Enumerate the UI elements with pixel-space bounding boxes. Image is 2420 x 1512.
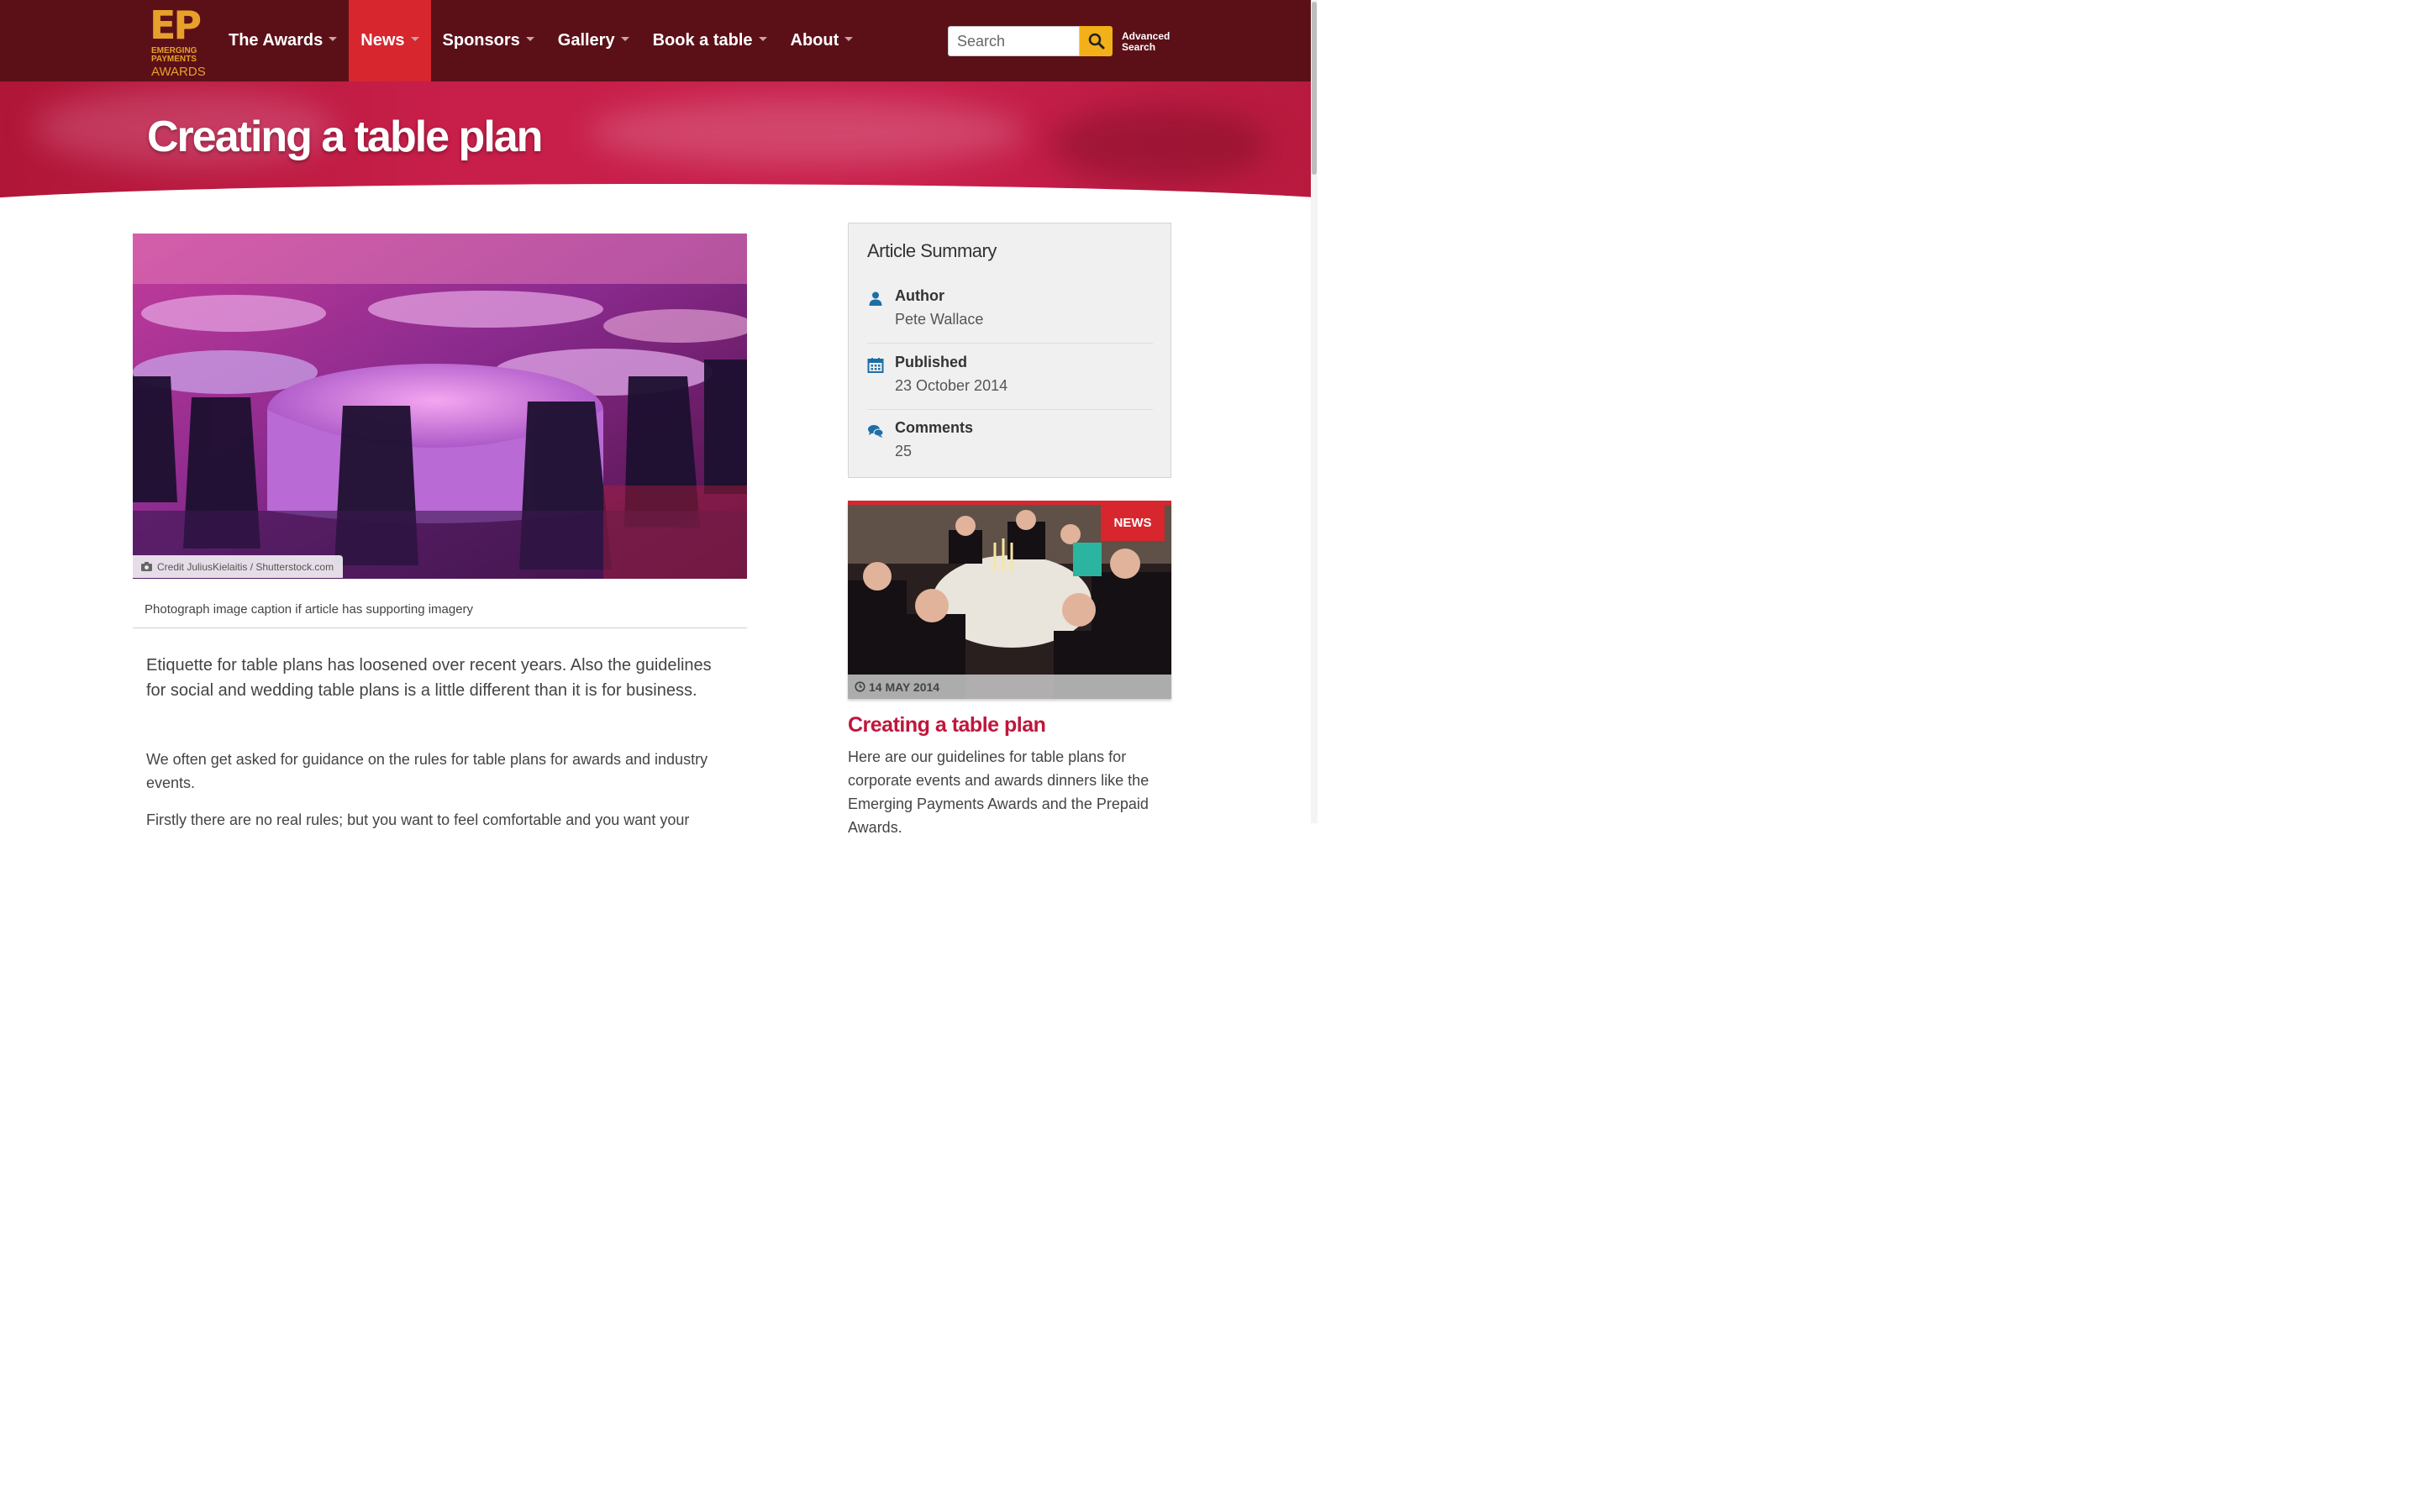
chevron-down-icon xyxy=(844,37,854,41)
nav-item-label: About xyxy=(790,31,839,50)
page-title: Creating a table plan xyxy=(147,113,543,161)
nav-item-label: The Awards xyxy=(229,31,324,50)
article-paragraph: We often get asked for guidance on the r… xyxy=(146,751,708,791)
nav-item-label: Book a table xyxy=(652,31,753,50)
nav-item-news[interactable]: News xyxy=(349,0,431,81)
related-date: 14 MAY 2014 xyxy=(848,675,1171,699)
article-image xyxy=(133,234,747,579)
nav-item-the-awards[interactable]: The Awards xyxy=(217,0,349,81)
published-value: 23 October 2014 xyxy=(895,377,1008,394)
author-value[interactable]: Pete Wallace xyxy=(895,311,983,328)
comments-value[interactable]: 25 xyxy=(895,443,912,460)
logo-line-2: PAYMENTS xyxy=(151,55,197,64)
nav-item-book-a-table[interactable]: Book a table xyxy=(641,0,779,81)
nav-item-label: Gallery xyxy=(557,31,615,50)
chevron-down-icon xyxy=(410,37,419,41)
site-logo[interactable]: EP EMERGING PAYMENTS AWARDS xyxy=(150,3,210,79)
image-caption: Photograph image caption if article has … xyxy=(145,602,474,617)
article-paragraph: Firstly there are no real rules; but you… xyxy=(146,811,690,828)
nav-item-label: Sponsors xyxy=(442,31,520,50)
article-summary: Article Summary Author Pete Wallace Publ… xyxy=(848,223,1171,478)
article-lead: Etiquette for table plans has loosened o… xyxy=(146,656,712,700)
published-label: Published xyxy=(895,354,968,370)
hero-bg-blob xyxy=(1050,107,1269,182)
scrollbar-thumb[interactable] xyxy=(1312,2,1317,175)
clock-icon xyxy=(855,681,865,692)
hero-curve xyxy=(0,184,1318,203)
summary-divider xyxy=(867,343,1153,344)
nav-item-label: News xyxy=(360,31,405,50)
advanced-search-link[interactable]: Advanced Search xyxy=(1122,31,1170,53)
chevron-down-icon xyxy=(329,37,338,41)
logo-mark: EP xyxy=(150,3,202,48)
search-button[interactable] xyxy=(1080,26,1113,56)
page-scrollbar[interactable] xyxy=(1311,0,1318,823)
hero-banner: Creating a table plan xyxy=(0,81,1318,203)
logo-line-3: AWARDS xyxy=(151,65,206,79)
hero-bg-blob xyxy=(588,98,1025,165)
chevron-down-icon xyxy=(525,37,534,41)
comments-label: Comments xyxy=(895,419,974,436)
main-nav: The Awards News Sponsors Gallery Book a … xyxy=(217,0,865,81)
related-article-title[interactable]: Creating a table plan xyxy=(848,713,1046,738)
summary-divider xyxy=(867,409,1153,410)
nav-item-sponsors[interactable]: Sponsors xyxy=(431,0,546,81)
search-input[interactable] xyxy=(948,26,1080,56)
chevron-down-icon xyxy=(620,37,629,41)
chevron-down-icon xyxy=(758,37,767,41)
comments-icon xyxy=(868,425,884,438)
calendar-icon xyxy=(867,358,884,373)
user-icon xyxy=(869,291,882,306)
banquet-photo xyxy=(133,234,747,579)
related-article-excerpt: Here are our guidelines for table plans … xyxy=(848,748,1150,836)
related-date-text: 14 MAY 2014 xyxy=(869,680,940,694)
camera-icon xyxy=(141,562,152,571)
search-icon xyxy=(1088,33,1104,50)
summary-title: Article Summary xyxy=(867,240,997,261)
news-badge: NEWS xyxy=(1101,505,1165,541)
nav-item-about[interactable]: About xyxy=(779,0,865,81)
image-credit-text: Credit JuliusKielaitis / Shutterstock.co… xyxy=(157,560,334,573)
advanced-search-line-2: Search xyxy=(1122,41,1156,53)
author-label: Author xyxy=(895,287,944,304)
nav-item-gallery[interactable]: Gallery xyxy=(546,0,641,81)
caption-divider xyxy=(133,627,747,628)
logo-text: EMERGING PAYMENTS xyxy=(151,47,210,64)
image-credit: Credit JuliusKielaitis / Shutterstock.co… xyxy=(133,555,344,578)
